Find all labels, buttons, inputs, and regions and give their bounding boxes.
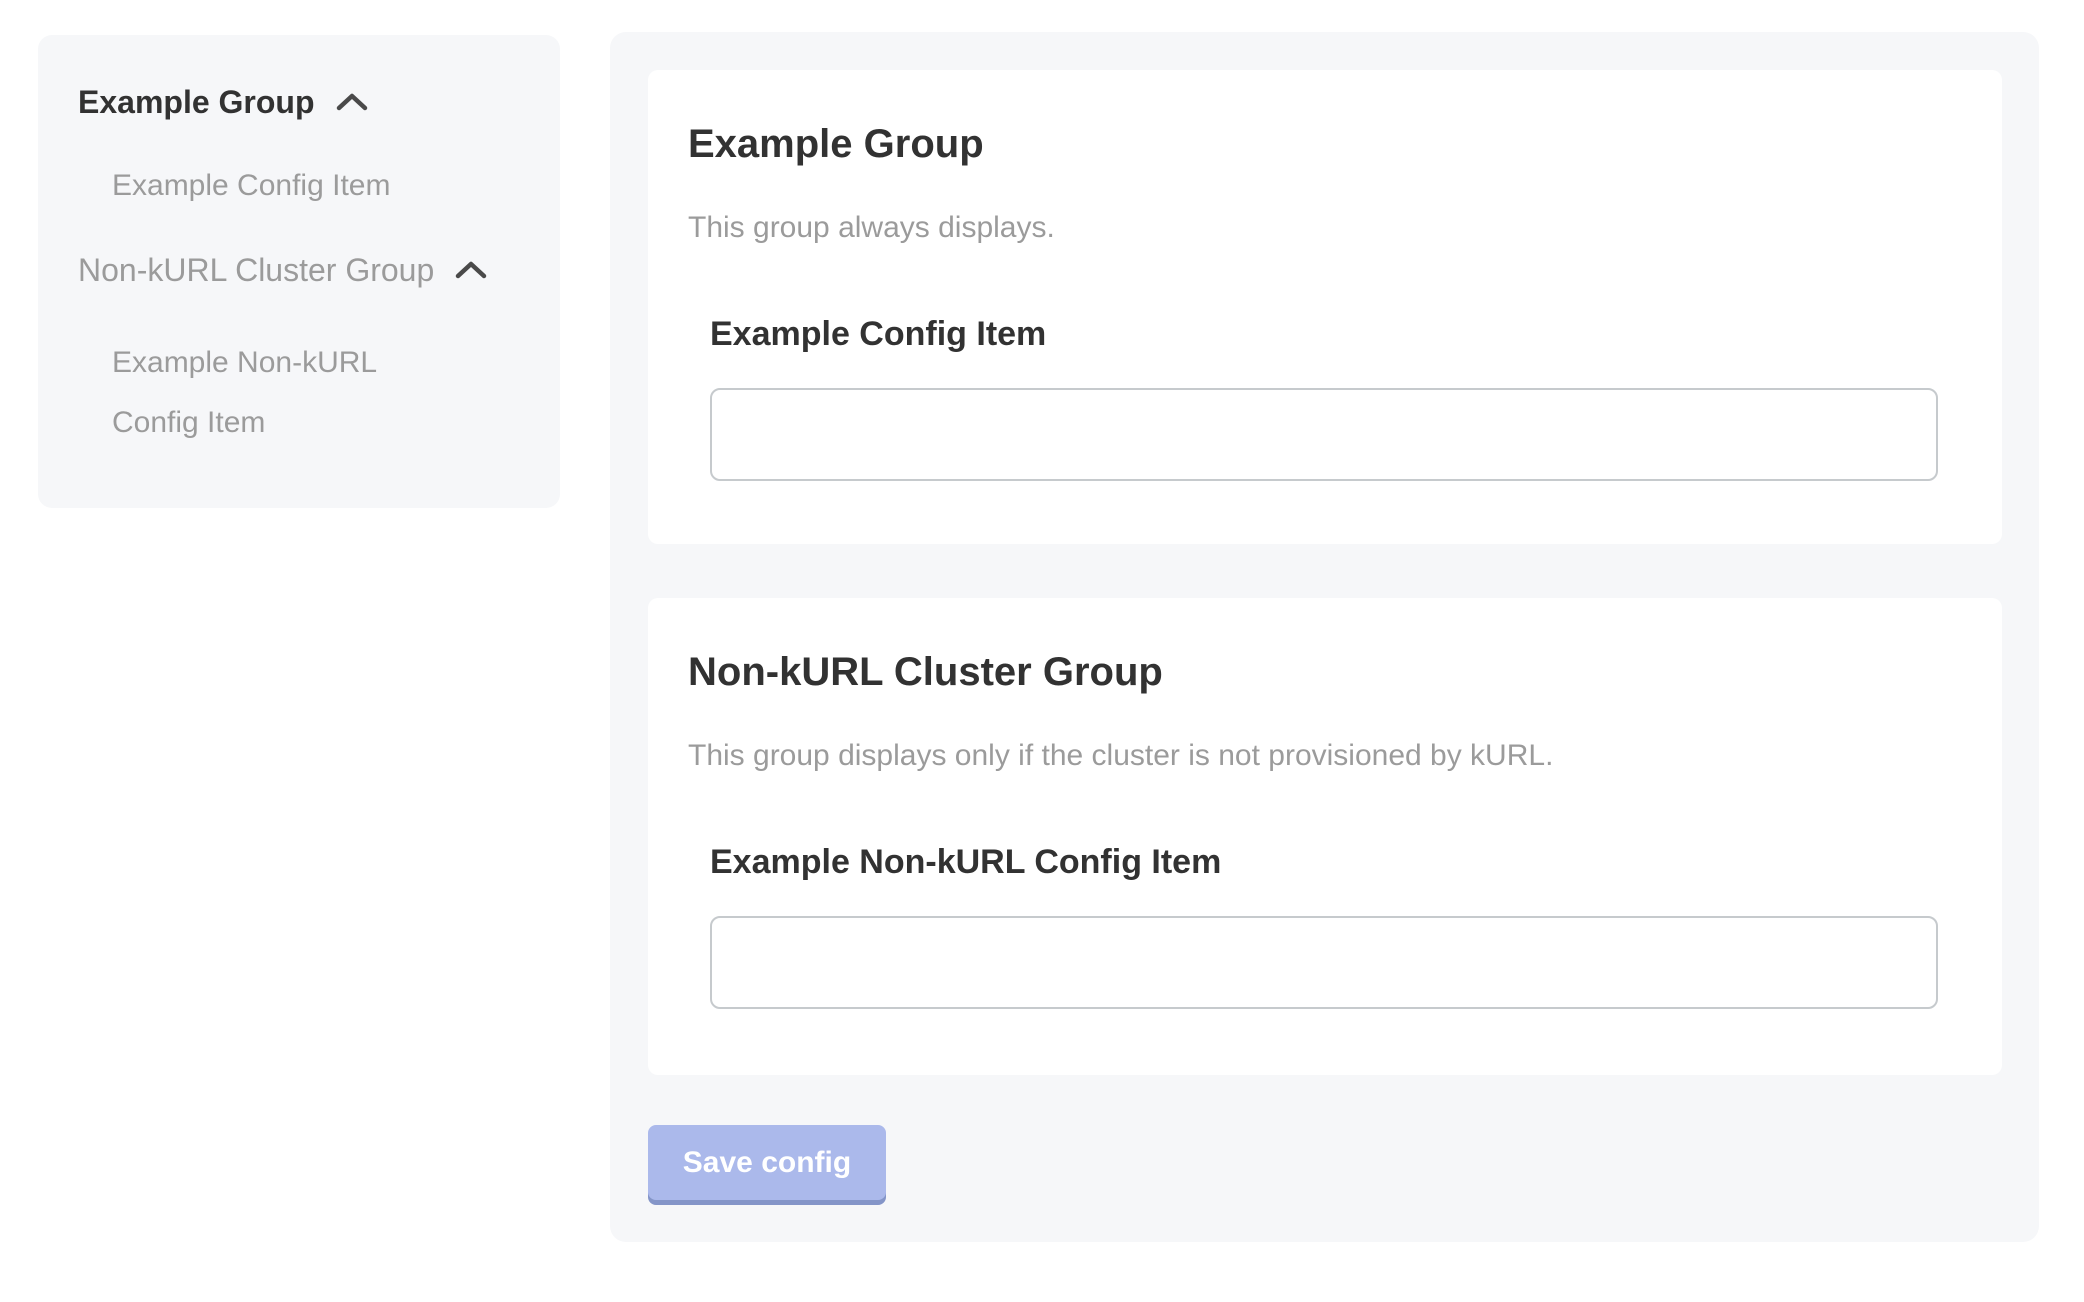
config-nav-sidebar: Example Group Example Config Item Non-kU… [38, 35, 560, 508]
example-non-kurl-config-item-input[interactable] [710, 916, 1938, 1009]
config-item-label: Example Config Item [710, 312, 1962, 356]
sidebar-group-non-kurl-cluster-group[interactable]: Non-kURL Cluster Group [78, 249, 520, 291]
sidebar-group-label: Example Group [78, 81, 315, 123]
config-main-panel: Example Group This group always displays… [610, 32, 2039, 1242]
example-config-item-input[interactable] [710, 388, 1938, 481]
config-group-card-example-group: Example Group This group always displays… [648, 70, 2002, 544]
config-item-label: Example Non-kURL Config Item [710, 840, 1962, 884]
sidebar-group-example-group[interactable]: Example Group [78, 81, 520, 123]
save-config-button[interactable]: Save config [648, 1125, 886, 1200]
sidebar-item-example-config-item[interactable]: Example Config Item [112, 165, 520, 207]
config-item-block: Example Non-kURL Config Item [710, 840, 1962, 1009]
group-title: Example Group [688, 118, 1962, 170]
chevron-up-icon[interactable] [335, 91, 369, 113]
config-item-block: Example Config Item [710, 312, 1962, 481]
group-description: This group displays only if the cluster … [688, 736, 1962, 776]
config-group-card-non-kurl-cluster-group: Non-kURL Cluster Group This group displa… [648, 598, 2002, 1075]
group-title: Non-kURL Cluster Group [688, 646, 1962, 698]
sidebar-group-label: Non-kURL Cluster Group [78, 249, 434, 291]
group-description: This group always displays. [688, 208, 1962, 248]
sidebar-item-example-non-kurl-config-item[interactable]: Example Non-kURL Config Item [112, 333, 442, 453]
chevron-up-icon[interactable] [454, 259, 488, 281]
